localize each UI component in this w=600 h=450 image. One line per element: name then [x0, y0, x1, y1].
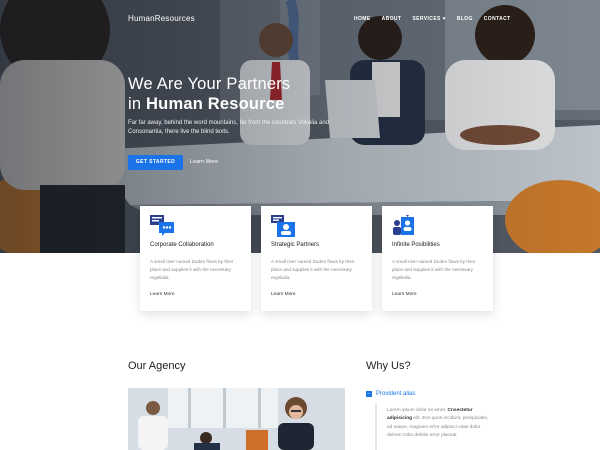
- collaboration-chat-icon: [150, 215, 174, 236]
- service-description: A small river named Duden flows by their…: [392, 259, 476, 280]
- hero-heading-prefix: in: [128, 95, 142, 113]
- top-navbar: HumanResources HOME ABOUT SERVICES ▾ BLOG…: [0, 14, 600, 28]
- team-possibilities-icon: [393, 215, 414, 235]
- service-description: A small river named Duden flows by their…: [271, 259, 355, 280]
- agency-photo: [128, 388, 345, 450]
- nav-item-services[interactable]: SERVICES ▾: [412, 16, 445, 22]
- accordion-body-lead: Lorem ipsum dolor sit amet,: [387, 408, 447, 413]
- hero-heading-highlight: Human Resource: [146, 95, 285, 113]
- hero-heading-line1: We Are Your Partners: [128, 75, 291, 93]
- service-description: A small river named Duden flows by their…: [150, 259, 234, 280]
- service-card-collaboration: Corporate Collaboration A small river na…: [140, 206, 251, 311]
- service-title: Corporate Collaboration: [150, 242, 214, 248]
- nav-item-about[interactable]: ABOUT: [382, 16, 402, 22]
- service-title: Infinite Posibilities: [392, 242, 440, 248]
- nav-item-services-label: SERVICES: [412, 16, 441, 22]
- nav-item-blog[interactable]: BLOG: [457, 16, 473, 22]
- collapse-minus-icon[interactable]: −: [366, 391, 372, 397]
- strategic-partners-icon: [271, 215, 295, 237]
- service-card-possibilities: Infinite Posibilities A small river name…: [382, 206, 493, 311]
- office-team-image: [128, 388, 345, 450]
- hero-subtitle: Far far away, behind the word mountains,…: [128, 120, 329, 135]
- get-started-button[interactable]: GET STARTED: [128, 155, 183, 170]
- chevron-down-icon: ▾: [442, 16, 446, 22]
- accordion-header[interactable]: − Provident alias: [366, 391, 415, 397]
- accordion-divider: [375, 403, 377, 450]
- main-menu: HOME ABOUT SERVICES ▾ BLOG CONTACT: [354, 16, 522, 22]
- nav-item-home[interactable]: HOME: [354, 16, 371, 22]
- accordion-body: Lorem ipsum dolor sit amet, Cnsectetur a…: [387, 407, 490, 440]
- why-us-heading: Why Us?: [366, 360, 411, 372]
- hero-learn-more-link[interactable]: Learn More: [190, 155, 218, 170]
- site-logo[interactable]: HumanResources: [128, 14, 195, 23]
- service-title: Strategic Partners: [271, 242, 320, 248]
- accordion-title[interactable]: Provident alias: [376, 391, 415, 397]
- service-learn-more-link[interactable]: Learn More: [150, 292, 175, 297]
- service-card-strategic: Strategic Partners A small river named D…: [261, 206, 372, 311]
- hero-heading: We Are Your Partners in Human Resource: [128, 74, 290, 114]
- service-learn-more-link[interactable]: Learn More: [271, 292, 296, 297]
- nav-item-contact[interactable]: CONTACT: [484, 16, 511, 22]
- agency-heading: Our Agency: [128, 360, 186, 372]
- service-learn-more-link[interactable]: Learn More: [392, 292, 417, 297]
- page: HumanResources HOME ABOUT SERVICES ▾ BLOG…: [0, 0, 600, 450]
